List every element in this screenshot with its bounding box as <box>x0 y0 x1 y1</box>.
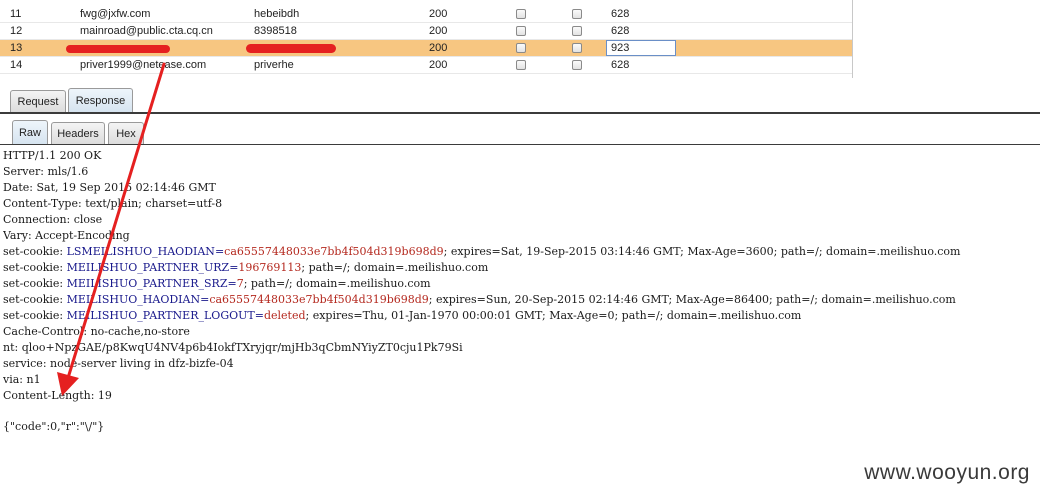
response-line: Vary: Accept-Encoding <box>3 229 130 242</box>
row-username: priver1999@netease.com <box>80 59 207 71</box>
redaction-mark-password <box>246 44 336 53</box>
set-cookie-line: set-cookie: MEILISHUO_PARTNER_SRZ=7; pat… <box>3 276 1040 292</box>
row-id: 13 <box>10 42 23 54</box>
set-cookie-line: set-cookie: MEILISHUO_PARTNER_URZ=196769… <box>3 260 1040 276</box>
row-id: 14 <box>10 59 23 71</box>
cookie-value: ca65557448033e7bb4f504d319b698d9 <box>224 245 444 258</box>
cookie-name: MEILISHUO_HAODIAN <box>66 293 201 306</box>
table-row[interactable]: 14 priver1999@netease.com priverhe 200 6… <box>0 57 852 74</box>
cookie-name: LSMEILISHUO_HAODIAN <box>66 245 215 258</box>
error-checkbox[interactable] <box>516 43 526 53</box>
row-status: 200 <box>429 42 448 54</box>
error-checkbox[interactable] <box>516 9 526 19</box>
header-key: set-cookie: <box>3 261 67 274</box>
response-line: Server: mls/1.6 <box>3 165 89 178</box>
cookie-name: MEILISHUO_PARTNER_LOGOUT <box>66 309 255 322</box>
redaction-mark-username <box>66 45 170 53</box>
timeout-checkbox[interactable] <box>572 43 582 53</box>
cookie-attrs: ; expires=Thu, 01-Jan-1970 00:00:01 GMT;… <box>305 309 802 322</box>
response-line: via: n1 <box>3 373 41 386</box>
cookie-eq: = <box>214 245 225 258</box>
timeout-checkbox[interactable] <box>572 9 582 19</box>
row-length: 628 <box>611 25 630 37</box>
header-key: set-cookie: <box>3 309 67 322</box>
response-line: Content-Type: text/plain; charset=utf-8 <box>3 197 223 210</box>
row-username: mainroad@public.cta.cq.cn <box>80 25 213 37</box>
error-checkbox[interactable] <box>516 60 526 70</box>
response-line: Cache-Control: no-cache,no-store <box>3 325 190 338</box>
row-id: 11 <box>10 8 22 20</box>
watermark: www.wooyun.org <box>864 461 1030 484</box>
tab-raw[interactable]: Raw <box>12 120 48 144</box>
row-length: 923 <box>611 42 630 54</box>
cookie-eq: = <box>227 277 237 290</box>
response-raw-text[interactable]: HTTP/1.1 200 OK Server: mls/1.6 Date: Sa… <box>3 148 1040 404</box>
set-cookie-line: set-cookie: LSMEILISHUO_HAODIAN=ca655574… <box>3 244 1040 260</box>
set-cookie-line: set-cookie: MEILISHUO_HAODIAN=ca65557448… <box>3 292 1040 308</box>
cookie-value: 7 <box>236 277 244 290</box>
error-checkbox[interactable] <box>516 26 526 36</box>
row-status: 200 <box>429 25 448 37</box>
row-status: 200 <box>429 8 448 20</box>
tab-headers[interactable]: Headers <box>51 122 105 144</box>
table-row[interactable]: 12 mainroad@public.cta.cq.cn 8398518 200… <box>0 23 852 40</box>
row-password: 8398518 <box>254 25 297 37</box>
timeout-checkbox[interactable] <box>572 60 582 70</box>
cookie-value: deleted <box>263 309 306 322</box>
response-line: Content-Length: 19 <box>3 389 112 402</box>
message-tabbar: Request Response <box>0 86 1040 114</box>
cookie-attrs: ; expires=Sun, 20-Sep-2015 02:14:46 GMT;… <box>428 293 956 306</box>
tab-hex[interactable]: Hex <box>108 122 144 144</box>
cookie-attrs: ; path=/; domain=.meilishuo.com <box>301 261 489 274</box>
cookie-attrs: ; path=/; domain=.meilishuo.com <box>243 277 431 290</box>
header-key: set-cookie: <box>3 277 67 290</box>
timeout-checkbox[interactable] <box>572 26 582 36</box>
row-length: 628 <box>611 59 630 71</box>
cookie-eq: = <box>254 309 264 322</box>
row-id: 12 <box>10 25 23 37</box>
set-cookie-line: set-cookie: MEILISHUO_PARTNER_LOGOUT=del… <box>3 308 1040 324</box>
cookie-value: 196769113 <box>238 261 302 274</box>
response-body: {"code":0,"r":"\/"} <box>3 420 105 433</box>
response-line: Date: Sat, 19 Sep 2015 02:14:46 GMT <box>3 181 216 194</box>
cookie-name: MEILISHUO_PARTNER_SRZ <box>66 277 228 290</box>
tab-request[interactable]: Request <box>10 90 66 112</box>
cookie-value: ca65557448033e7bb4f504d319b698d9 <box>209 293 429 306</box>
table-row[interactable]: 11 fwg@jxfw.com hebeibdh 200 628 <box>0 6 852 23</box>
cookie-attrs: ; expires=Sat, 19-Sep-2015 03:14:46 GMT;… <box>443 245 961 258</box>
response-line: Connection: close <box>3 213 103 226</box>
header-key: set-cookie: <box>3 245 67 258</box>
tab-response[interactable]: Response <box>68 88 133 112</box>
row-password: priverhe <box>254 59 294 71</box>
row-length: 628 <box>611 8 630 20</box>
header-key: set-cookie: <box>3 293 67 306</box>
cookie-name: MEILISHUO_PARTNER_URZ <box>66 261 230 274</box>
response-line: nt: qloo+NpzGAE/p8KwqU4NV4p6b4IokfTXryjq… <box>3 341 463 354</box>
row-status: 200 <box>429 59 448 71</box>
response-line: HTTP/1.1 200 OK <box>3 149 102 162</box>
view-tabbar: Raw Headers Hex <box>0 117 1040 145</box>
response-line: service: node-server living in dfz-bizfe… <box>3 357 234 370</box>
results-table: 11 fwg@jxfw.com hebeibdh 200 628 12 main… <box>0 0 853 78</box>
cookie-eq: = <box>200 293 210 306</box>
row-password: hebeibdh <box>254 8 300 20</box>
row-username: fwg@jxfw.com <box>80 8 151 20</box>
